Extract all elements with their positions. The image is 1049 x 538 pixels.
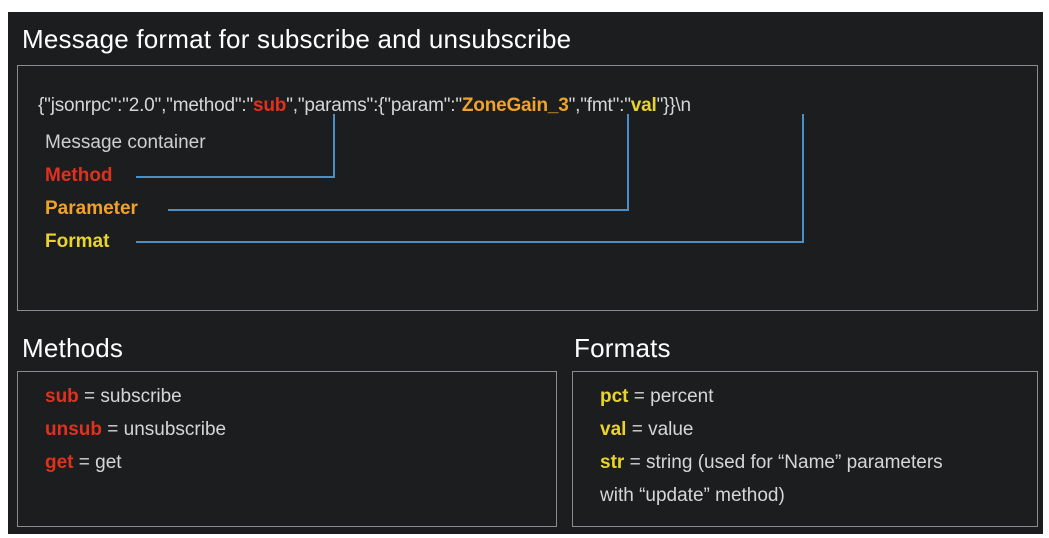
legend-format: Format [45,231,110,252]
legend-method: Method [45,165,113,186]
json-middle: ","params":{"param":" [286,95,462,116]
list-item: val = value [600,419,694,440]
json-method-value: sub [253,95,287,116]
formats-title: Formats [574,333,671,363]
list-item: unsub = unsubscribe [45,419,227,440]
methods-title: Methods [22,333,124,363]
json-parameter-value: ZoneGain_3 [461,95,569,116]
legend-parameter: Parameter [45,198,138,219]
main-title: Message format for subscribe and unsubsc… [22,24,572,54]
list-item-continuation: with “update” method) [600,485,785,506]
legend-message-container: Message container [45,132,206,153]
list-item: str = string (used for “Name” parameters [600,452,943,473]
json-suffix: "}}\n [656,95,691,116]
json-message: {"jsonrpc":"2.0","method":"sub","params"… [38,95,691,117]
json-middle2: ","fmt":" [568,95,631,116]
list-item: get = get [45,452,122,473]
formats-list: pct = percent val = value str = string (… [600,380,943,512]
list-item: sub = subscribe [45,386,182,407]
json-prefix: {"jsonrpc":"2.0","method":" [38,95,254,116]
json-format-value: val [630,95,657,116]
methods-list: sub = subscribe unsub = unsubscribe get … [45,380,226,479]
diagram-canvas: Message format for subscribe and unsubsc… [8,12,1043,534]
list-item: pct = percent [600,386,714,407]
